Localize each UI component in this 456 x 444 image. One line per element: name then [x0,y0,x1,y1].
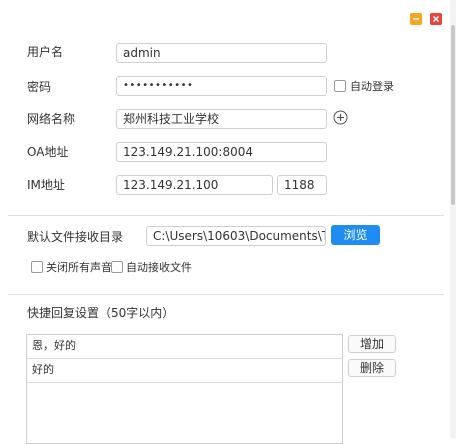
username-label: 用户名 [27,45,64,59]
section-divider-1 [8,215,444,216]
im-address-field[interactable]: 123.149.21.100 [116,175,273,195]
scrollbar-thumb[interactable] [451,25,455,205]
oa-address-field[interactable]: 123.149.21.100:8004 [116,142,327,162]
add-network-button[interactable] [333,110,348,125]
list-item[interactable]: 好的 [27,359,342,383]
im-address-label: IM地址 [27,178,65,192]
im-port-field[interactable]: 1188 [277,175,327,195]
close-icon [432,15,440,23]
auto-login-checkbox[interactable] [334,80,346,92]
auto-receive-label: 自动接收文件 [126,261,192,274]
password-label: 密码 [27,80,52,94]
username-field[interactable]: admin [116,43,327,63]
close-button[interactable] [430,13,442,25]
auto-receive-checkbox[interactable] [111,261,123,273]
network-name-label: 网络名称 [27,112,76,126]
add-reply-button[interactable]: 增加 [348,335,396,353]
password-field[interactable]: ••••••••••• [116,76,327,96]
network-name-field[interactable]: 郑州科技工业学校 [116,109,327,129]
delete-reply-button[interactable]: 删除 [348,359,396,377]
auto-login-label: 自动登录 [350,80,394,93]
mute-all-label: 关闭所有声音 [46,261,112,274]
minus-icon [413,18,419,20]
quick-reply-list[interactable]: 恩，好的 好的 [26,334,343,444]
file-dir-field[interactable]: C:\Users\10603\Documents\Ton [146,226,326,246]
mute-all-checkbox[interactable] [31,261,43,273]
quick-reply-title: 快捷回复设置（50字以内） [27,306,175,320]
list-item[interactable]: 恩，好的 [27,335,342,359]
section-divider-2 [8,294,444,295]
plus-circle-icon [333,110,348,125]
browse-button[interactable]: 浏览 [331,225,380,245]
minimize-button[interactable] [410,13,422,25]
oa-address-label: OA地址 [27,145,69,159]
file-dir-label: 默认文件接收目录 [27,230,124,244]
